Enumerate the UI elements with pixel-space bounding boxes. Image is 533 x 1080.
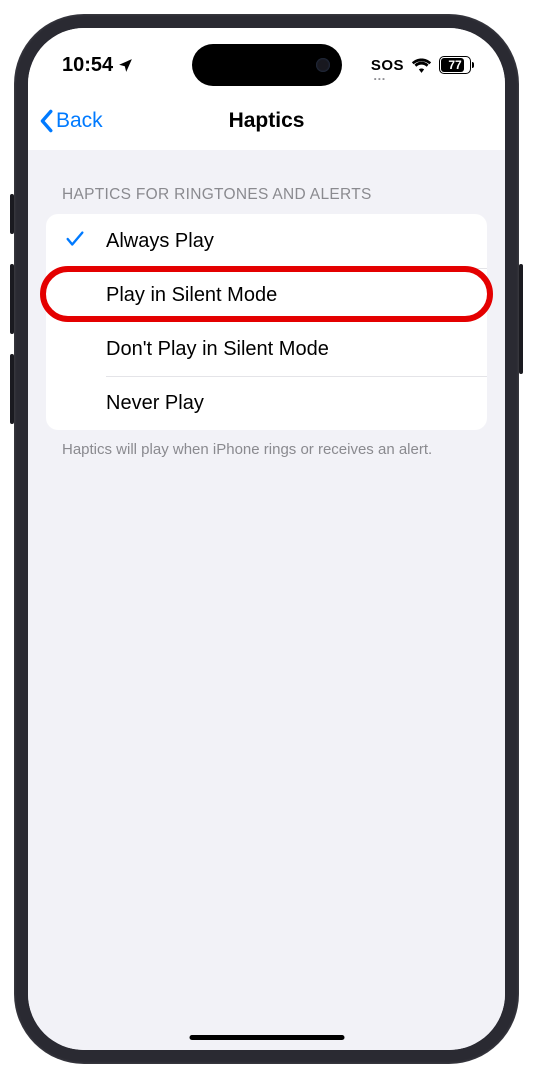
option-row[interactable]: Don't Play in Silent Mode [46, 322, 487, 376]
option-label: Never Play [106, 392, 204, 415]
wifi-icon [411, 57, 432, 73]
content-area: HAPTICS FOR RINGTONES AND ALERTS Always … [28, 150, 505, 1050]
option-row[interactable]: Always Play [46, 214, 487, 268]
dynamic-island [192, 44, 342, 86]
options-list: Always Play Play in Silent Mode Don't Play… [46, 214, 487, 430]
option-row[interactable]: Play in Silent Mode [46, 268, 487, 322]
battery-indicator: 77 [439, 56, 471, 74]
back-label: Back [56, 109, 103, 133]
option-label: Don't Play in Silent Mode [106, 338, 329, 361]
battery-percent: 77 [448, 58, 461, 72]
option-row[interactable]: Never Play [46, 376, 487, 430]
back-button[interactable]: Back [38, 109, 103, 133]
option-label: Always Play [106, 230, 214, 253]
page-title: Haptics [229, 109, 305, 133]
option-label: Play in Silent Mode [106, 284, 277, 307]
section-footer: Haptics will play when iPhone rings or r… [46, 430, 487, 460]
front-camera [316, 58, 330, 72]
location-icon [117, 57, 134, 74]
status-right: SOS 77 [371, 56, 471, 74]
side-button-right [519, 264, 523, 374]
status-left: 10:54 [62, 54, 134, 77]
section-header: HAPTICS FOR RINGTONES AND ALERTS [46, 186, 487, 214]
chevron-left-icon [38, 109, 54, 133]
phone-frame: 10:54 SOS 77 [14, 14, 519, 1064]
status-time: 10:54 [62, 54, 113, 77]
home-indicator[interactable] [189, 1035, 344, 1040]
side-buttons-left [10, 194, 14, 234]
checkmark-icon [64, 228, 86, 255]
nav-bar: Back Haptics [28, 92, 505, 150]
check-column [64, 228, 106, 255]
screen: 10:54 SOS 77 [28, 28, 505, 1050]
sos-indicator: SOS [371, 57, 404, 74]
